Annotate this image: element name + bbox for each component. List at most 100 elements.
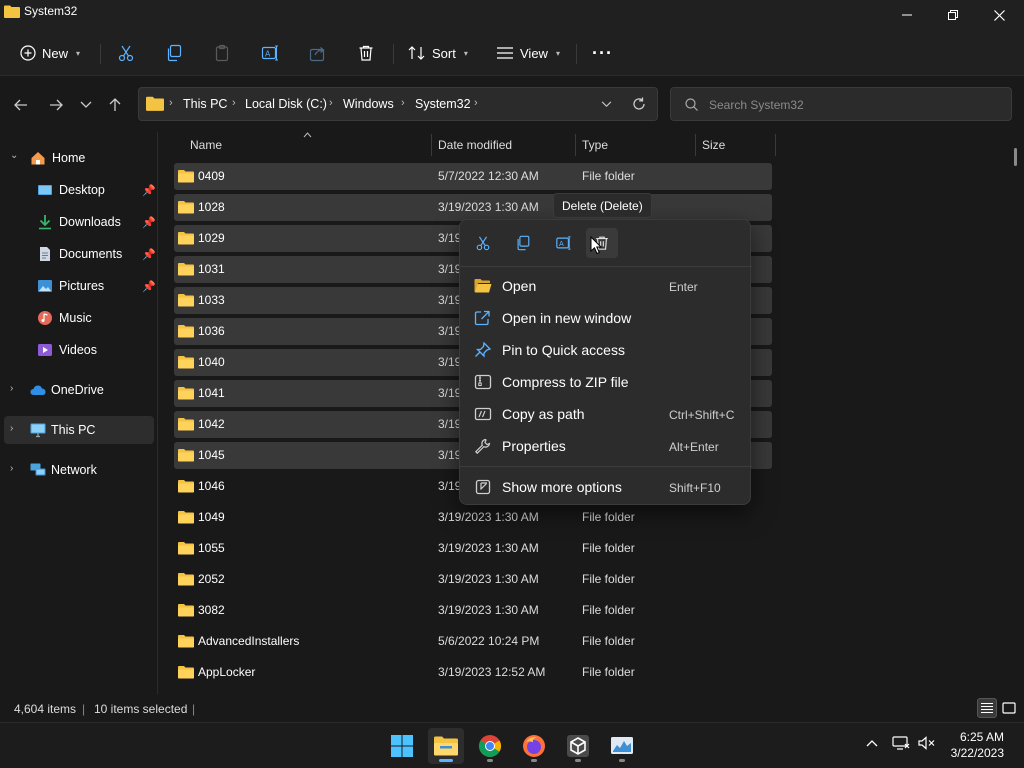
item-count: 4,604 items (14, 702, 77, 716)
breadcrumb-this-pc[interactable]: This PC (183, 97, 227, 111)
breadcrumb-system32[interactable]: System32 (415, 97, 471, 111)
delete-button[interactable] (357, 38, 375, 68)
volume-muted-icon[interactable] (918, 735, 936, 751)
folder-icon (4, 5, 20, 18)
menu-item-compress-zip[interactable]: Compress to ZIP file (464, 367, 748, 397)
search-input[interactable] (709, 96, 999, 114)
sidebar-item-onedrive[interactable]: › OneDrive (4, 376, 154, 404)
taskbar-file-explorer[interactable] (428, 728, 464, 764)
recent-locations-button[interactable] (73, 92, 99, 118)
column-header-type[interactable]: Type (582, 132, 608, 158)
taskbar-firefox[interactable] (516, 728, 552, 764)
file-row[interactable]: 2052 3/19/2023 1:30 AM File folder (174, 566, 772, 593)
breadcrumb-local-disk[interactable]: Local Disk (C:) (245, 97, 327, 111)
running-indicator (531, 759, 537, 762)
cut-button[interactable] (117, 38, 135, 68)
tiles-view-button[interactable] (999, 698, 1019, 718)
file-row[interactable]: 1049 3/19/2023 1:30 AM File folder (174, 504, 772, 531)
chevron-down-icon[interactable]: ⌄ (10, 150, 18, 161)
column-divider[interactable] (575, 134, 576, 156)
menu-item-open-new-window[interactable]: Open in new window (464, 303, 748, 333)
scrollbar-thumb[interactable] (1014, 148, 1017, 166)
sort-button[interactable]: Sort ▾ (408, 38, 468, 68)
sidebar-item-videos[interactable]: Videos (4, 336, 154, 364)
navigation-pane: ⌄ Home Desktop 📌 Downloads 📌 Documents 📌… (0, 132, 158, 694)
more-options-button[interactable]: ··· (592, 38, 613, 68)
sidebar-item-desktop[interactable]: Desktop 📌 (4, 176, 156, 204)
taskbar-unity[interactable] (560, 728, 596, 764)
menu-item-properties[interactable]: Properties Alt+Enter (464, 431, 748, 461)
forward-button[interactable] (43, 92, 69, 118)
copy-button[interactable] (165, 38, 183, 68)
file-row[interactable]: AppLocker 3/19/2023 12:52 AM File folder (174, 659, 772, 686)
file-row[interactable]: 1055 3/19/2023 1:30 AM File folder (174, 535, 772, 562)
file-name: 1040 (198, 355, 225, 369)
column-header-size[interactable]: Size (702, 132, 725, 158)
new-button[interactable]: New ▾ (20, 38, 80, 68)
address-bar[interactable]: › This PC › Local Disk (C:) › Windows › … (138, 87, 658, 121)
column-header-date[interactable]: Date modified (438, 132, 512, 158)
column-divider[interactable] (695, 134, 696, 156)
sidebar-item-label: This PC (51, 423, 96, 437)
column-header-name[interactable]: Name (190, 132, 222, 158)
column-divider[interactable] (431, 134, 432, 156)
chevron-down-icon[interactable] (601, 101, 612, 108)
menu-item-open[interactable]: Open Enter (464, 271, 748, 301)
context-rename-button[interactable]: A (547, 228, 579, 258)
chevron-up-icon[interactable] (866, 739, 878, 747)
view-button[interactable]: View ▾ (496, 38, 560, 68)
menu-item-copy-as-path[interactable]: Copy as path Ctrl+Shift+C (464, 399, 748, 429)
menu-item-pin-quick-access[interactable]: Pin to Quick access (464, 335, 748, 365)
start-button[interactable] (384, 728, 420, 764)
file-name: 1046 (198, 479, 225, 493)
minimize-button[interactable] (884, 0, 930, 30)
file-row[interactable]: 1028 3/19/2023 1:30 AM (174, 194, 772, 221)
file-row[interactable]: 3082 3/19/2023 1:30 AM File folder (174, 597, 772, 624)
sidebar-item-downloads[interactable]: Downloads 📌 (4, 208, 156, 236)
taskbar-chrome[interactable] (472, 728, 508, 764)
network-status-icon[interactable] (892, 735, 910, 751)
system-clock[interactable]: 6:25 AM 3/22/2023 (951, 729, 1004, 761)
sidebar-item-home[interactable]: ⌄ Home (4, 144, 154, 172)
chevron-right-icon[interactable]: › (10, 383, 13, 394)
file-row[interactable]: 0409 5/7/2022 12:30 AM File folder (174, 163, 772, 190)
breadcrumb-windows[interactable]: Windows (343, 97, 394, 111)
sidebar-item-network[interactable]: › Network (4, 456, 154, 484)
chevron-down-icon: ▾ (463, 48, 468, 58)
chevron-right-icon[interactable]: › (10, 463, 13, 474)
pin-icon: 📌 (142, 280, 156, 293)
home-icon (31, 152, 45, 165)
up-button[interactable] (102, 92, 128, 118)
column-divider[interactable] (775, 134, 776, 156)
search-icon (685, 98, 698, 111)
sidebar-item-pictures[interactable]: Pictures 📌 (4, 272, 156, 300)
rename-button[interactable]: A (261, 38, 279, 68)
taskbar-task-manager[interactable] (604, 728, 640, 764)
breadcrumb-separator: › (329, 97, 333, 109)
refresh-icon[interactable] (632, 97, 646, 111)
search-box[interactable] (670, 87, 1012, 121)
sidebar-item-label: Desktop (59, 183, 105, 197)
folder-icon (178, 480, 194, 493)
title-bar: System32 (0, 0, 1024, 30)
context-cut-button[interactable] (467, 228, 499, 258)
restore-button[interactable] (930, 0, 976, 30)
back-button[interactable] (8, 92, 34, 118)
sidebar-item-this-pc[interactable]: › This PC (4, 416, 154, 444)
folder-icon (178, 542, 194, 555)
sidebar-item-documents[interactable]: Documents 📌 (4, 240, 156, 268)
menu-item-show-more-options[interactable]: Show more options Shift+F10 (464, 472, 748, 502)
command-bar: New ▾ A Sort ▾ View ▾ ··· (0, 30, 1024, 76)
paste-button[interactable] (213, 38, 231, 68)
file-row[interactable]: AdvancedInstallers 5/6/2022 10:24 PM File … (174, 628, 772, 655)
copy-path-icon (474, 407, 492, 421)
file-name: 1042 (198, 417, 225, 431)
sidebar-item-music[interactable]: Music (4, 304, 154, 332)
context-copy-button[interactable] (507, 228, 539, 258)
more-options-icon (475, 479, 491, 495)
wrench-icon (474, 438, 491, 454)
details-view-button[interactable] (977, 698, 997, 718)
share-button[interactable] (309, 38, 327, 68)
close-button[interactable] (976, 0, 1022, 30)
chevron-right-icon[interactable]: › (10, 423, 13, 434)
